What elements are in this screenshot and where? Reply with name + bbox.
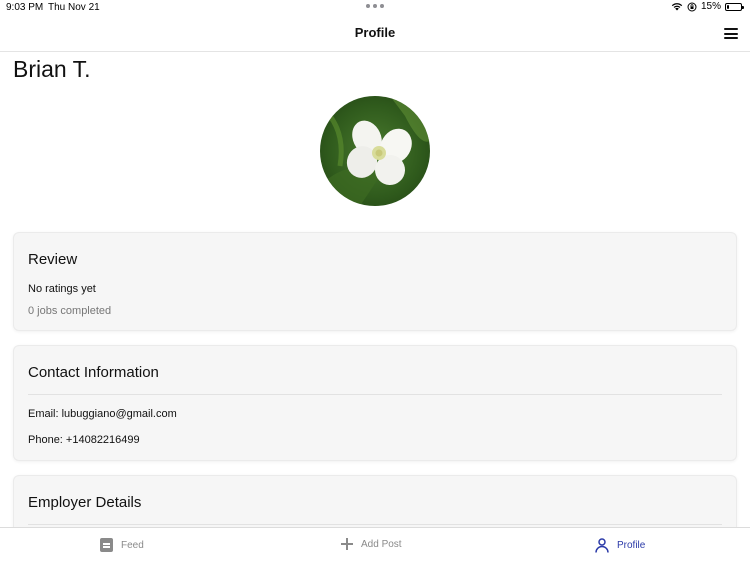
wifi-icon [671,3,683,11]
tab-profile-label: Profile [617,540,646,551]
avatar[interactable] [320,96,430,206]
contact-title: Contact Information [28,364,159,381]
multitasking-dots-icon[interactable] [366,4,384,8]
tab-add-post-label: Add Post [361,538,402,550]
flower-image [320,96,430,206]
hamburger-menu-icon[interactable] [724,28,738,39]
card-divider [28,524,722,525]
feed-icon [100,538,113,552]
battery-icon [725,2,744,11]
tab-bar: Feed Add Post Profile [0,527,750,563]
battery-level [727,4,729,9]
ratings-text: No ratings yet [28,283,96,295]
review-card: Review No ratings yet 0 jobs completed [13,232,737,331]
tab-feed-label: Feed [121,539,144,551]
status-time: 9:03 PM [6,2,44,13]
status-bar: 9:03 PM Thu Nov 21 15% [0,0,750,16]
review-title: Review [28,251,78,268]
phone-text[interactable]: Phone: +14082216499 [28,434,140,446]
contact-card: Contact Information Email: lubuggiano@gm… [13,345,737,461]
profile-name: Brian T. [13,56,91,82]
person-icon [595,538,609,553]
card-divider [28,394,722,395]
tab-profile[interactable]: Profile [595,538,645,553]
page-title: Profile [354,25,396,40]
jobs-completed-text: 0 jobs completed [28,305,112,317]
navigation-bar: Profile [0,16,750,52]
orientation-lock-icon [687,2,697,11]
plus-icon [341,538,353,550]
status-date: Thu Nov 21 [48,2,100,13]
email-text[interactable]: Email: lubuggiano@gmail.com [28,408,177,420]
tab-add-post[interactable]: Add Post [341,538,402,550]
tab-feed[interactable]: Feed [100,538,144,552]
status-indicators: 15% [671,1,744,12]
employer-title: Employer Details [28,494,142,511]
battery-percent: 15% [700,1,721,12]
